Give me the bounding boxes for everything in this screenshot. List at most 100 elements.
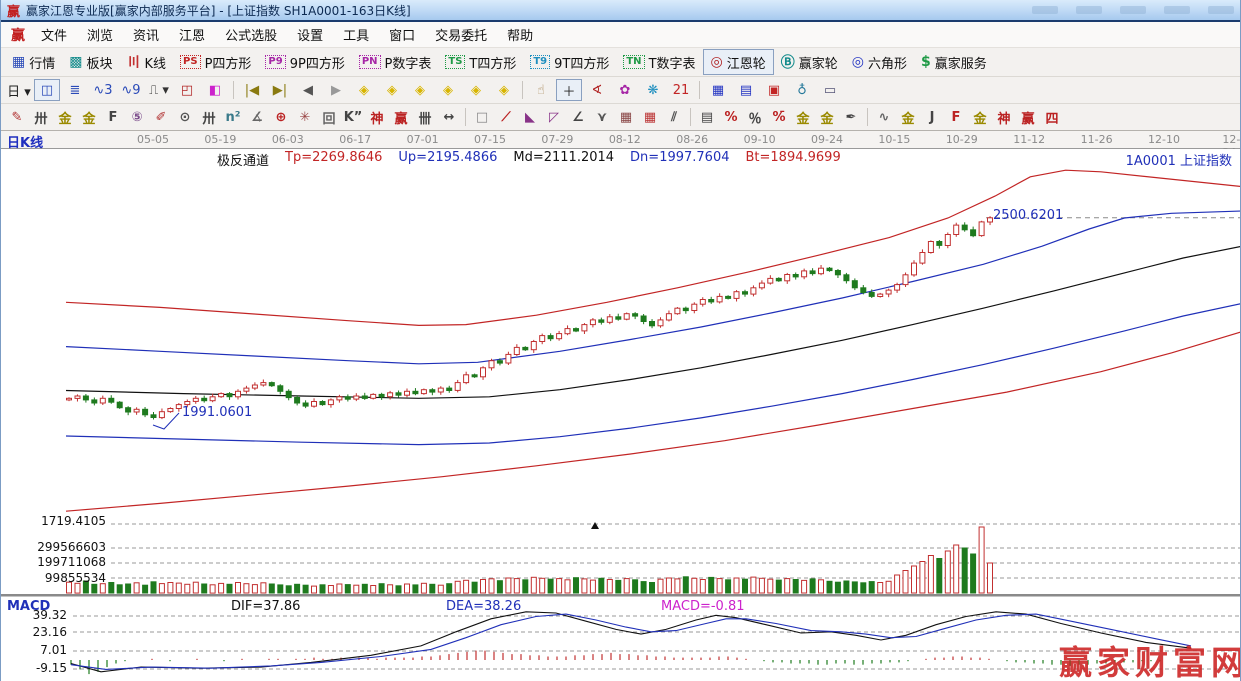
gann-circle-tool-icon[interactable]: ⊙ — [174, 107, 196, 127]
grid-tool-icon[interactable]: 卅 — [198, 107, 220, 127]
angle-tool-icon[interactable]: ∢ — [584, 79, 610, 101]
diamond-compress-icon[interactable]: ◈ — [435, 79, 461, 101]
market-quotes-button[interactable]: ▦行情 — [5, 50, 62, 74]
t-square-icon: TS — [445, 55, 465, 69]
9p-square-button[interactable]: P99P四方形 — [258, 50, 351, 74]
shen-angle-tool-icon[interactable]: 神 — [993, 107, 1015, 127]
pattern-box-icon[interactable]: ◰ — [174, 79, 200, 101]
menu-item-news[interactable]: 资讯 — [123, 22, 169, 47]
gold-underline-tool-icon[interactable]: 金 — [897, 107, 919, 127]
ying-grid-tool-icon[interactable]: 赢 — [390, 107, 412, 127]
wave-v-tool-icon[interactable]: ⋎ — [591, 107, 613, 127]
menu-item-formula-stock-pick[interactable]: 公式选股 — [215, 22, 287, 47]
menu-item-file[interactable]: 文件 — [31, 22, 77, 47]
k-quote-tool-icon[interactable]: K” — [342, 107, 364, 127]
kline-button[interactable]: 〣K线 — [120, 50, 174, 74]
diamond-expand-icon[interactable]: ◈ — [407, 79, 433, 101]
diamond-center-icon[interactable]: ◈ — [463, 79, 489, 101]
menu-item-trade-entrust[interactable]: 交易委托 — [425, 22, 497, 47]
crosshair-target-tool-icon[interactable]: ⊕ — [270, 107, 292, 127]
t-number-table-button[interactable]: TNT数字表 — [616, 50, 702, 74]
gann-grid-tool-icon[interactable]: 卅 — [30, 107, 52, 127]
region-select-icon[interactable]: ◫ — [34, 79, 60, 101]
prev-bar-icon[interactable]: ◀ — [295, 79, 321, 101]
f-grid-tool-icon[interactable]: F — [102, 107, 124, 127]
diamond-fit-icon[interactable]: ◈ — [491, 79, 517, 101]
rocket-tool-icon[interactable]: ✐ — [150, 107, 172, 127]
percent-tool-icon[interactable]: ％ — [744, 107, 766, 127]
gold-grid-tool-icon[interactable]: 金 — [54, 107, 76, 127]
si-angle-tool-icon[interactable]: 四 — [1041, 107, 1063, 127]
9t-square-button[interactable]: T99T四方形 — [523, 50, 616, 74]
grid-arrow-tool-icon[interactable]: ▦ — [639, 107, 661, 127]
t-square-label: T四方形 — [469, 53, 516, 72]
color-histogram-icon[interactable]: ◧ — [202, 79, 228, 101]
t-square-button[interactable]: TS T四方形 — [438, 50, 523, 74]
candle-style-dropdown-icon[interactable]: ⎍ ▾ — [146, 79, 172, 101]
info-panel-icon[interactable]: ≣ — [62, 79, 88, 101]
gann-star-tool-icon[interactable]: ✳ — [294, 107, 316, 127]
angle-measure-tool-icon[interactable]: ∡ — [246, 107, 268, 127]
trend-angle-tool-icon[interactable]: ∠ — [567, 107, 589, 127]
percent-line-tool-icon[interactable]: % — [720, 107, 742, 127]
menu-item-help[interactable]: 帮助 — [497, 22, 543, 47]
menu-item-settings[interactable]: 设置 — [287, 22, 333, 47]
winner-service-button[interactable]: $赢家服务 — [914, 50, 994, 74]
width-measure-tool-icon[interactable]: ↔ — [438, 107, 460, 127]
grid-overlay-tool-icon[interactable]: ▦ — [615, 107, 637, 127]
9p-square-icon: P9 — [265, 55, 285, 69]
p-number-table-button[interactable]: PNP数字表 — [352, 50, 439, 74]
rect-select-tool-icon[interactable]: □ — [471, 107, 493, 127]
winner-service-icon: $ — [921, 54, 931, 70]
square-frame-tool-icon[interactable]: 回 — [318, 107, 340, 127]
menu-item-window[interactable]: 窗口 — [379, 22, 425, 47]
sectors-button[interactable]: ▩板块 — [62, 50, 119, 74]
hexagon-button[interactable]: ◎六角形 — [845, 50, 914, 74]
pencil-tool-icon[interactable]: ✎ — [6, 107, 28, 127]
gold-grid2-tool-icon[interactable]: 金 — [78, 107, 100, 127]
f-angle-tool-icon[interactable]: F — [945, 107, 967, 127]
menu-item-browse[interactable]: 浏览 — [77, 22, 123, 47]
zigzag-9-icon[interactable]: ∿9 — [118, 79, 144, 101]
fan-tool-icon[interactable]: ◣ — [519, 107, 541, 127]
puzzle-tool-icon[interactable]: ❋ — [640, 79, 666, 101]
web-tool-icon[interactable]: ♁ — [789, 79, 815, 101]
shen-grid-tool-icon[interactable]: 神 — [366, 107, 388, 127]
crosshair-tool-icon[interactable]: ＋ — [556, 79, 582, 101]
menu-item-gann[interactable]: 江恩 — [169, 22, 215, 47]
calendar-tool-icon[interactable]: 21 — [668, 79, 694, 101]
last-bar-icon[interactable]: ▶| — [267, 79, 293, 101]
calculator-tool-icon[interactable]: ▦ — [705, 79, 731, 101]
parallel-lines-tool-icon[interactable]: ⫽ — [663, 107, 685, 127]
period-day-dropdown-icon[interactable]: 日 ▾ — [6, 79, 32, 101]
n-square-tool-icon[interactable]: n² — [222, 107, 244, 127]
percent-table-tool-icon[interactable]: ▤ — [696, 107, 718, 127]
percent-top-tool-icon[interactable]: %̄ — [768, 107, 790, 127]
diamond-left-icon[interactable]: ◈ — [351, 79, 377, 101]
print-tool-icon[interactable]: ▭ — [817, 79, 843, 101]
wave-a-tool-icon[interactable]: ∿ — [873, 107, 895, 127]
gold-angle-tool-icon[interactable]: 金 — [969, 107, 991, 127]
j-angle-tool-icon[interactable]: J — [921, 107, 943, 127]
spiral-5-tool-icon[interactable]: ⑤ — [126, 107, 148, 127]
menu-item-tools[interactable]: 工具 — [333, 22, 379, 47]
chart-area[interactable]: 极反通道 Tp=2269.8646 Up=2195.4866 Md=2111.2… — [1, 149, 1240, 681]
gann-wheel-button[interactable]: ◎江恩轮 — [703, 49, 774, 75]
numbered-grid-tool-icon[interactable]: 卌 — [414, 107, 436, 127]
next-bar-icon[interactable]: ▶ — [323, 79, 349, 101]
zigzag-3-icon[interactable]: ∿3 — [90, 79, 116, 101]
first-bar-icon[interactable]: |◀ — [239, 79, 265, 101]
square-fan-tool-icon[interactable]: ◸ — [543, 107, 565, 127]
notes-tool-icon[interactable]: ▤ — [733, 79, 759, 101]
brush-tool-icon[interactable]: ✒ — [840, 107, 862, 127]
winner-wheel-button[interactable]: Ⓑ赢家轮 — [774, 50, 845, 74]
gold-line-tool-icon[interactable]: 金 — [816, 107, 838, 127]
save-tool-icon[interactable]: ▣ — [761, 79, 787, 101]
p-square-button[interactable]: PSP四方形 — [173, 50, 258, 74]
ying-angle-tool-icon[interactable]: 赢 — [1017, 107, 1039, 127]
gold-circle-tool-icon[interactable]: 金 — [792, 107, 814, 127]
diamond-right-icon[interactable]: ◈ — [379, 79, 405, 101]
hand-tool-icon[interactable]: ☝ — [528, 79, 554, 101]
gann-shape-tool-icon[interactable]: ✿ — [612, 79, 638, 101]
ray-lines-tool-icon[interactable]: ⟋ — [495, 107, 517, 127]
